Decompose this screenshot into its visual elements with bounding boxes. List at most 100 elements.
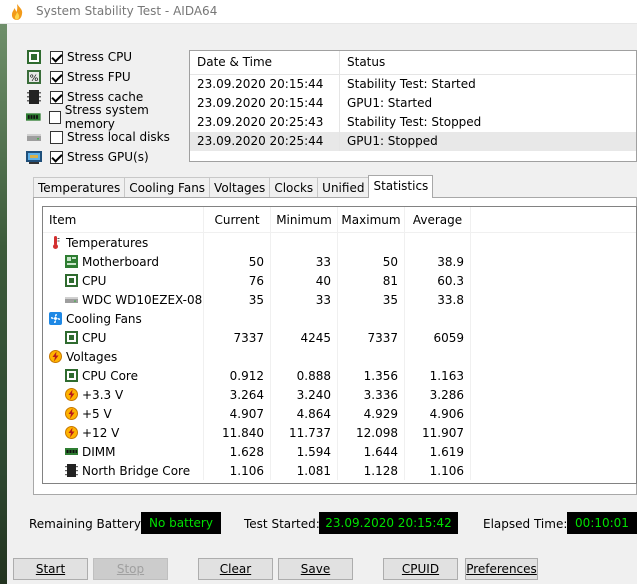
stress-memory-option[interactable]: Stress system memory [26, 103, 191, 131]
statistics-table[interactable]: Item Current Minimum Maximum Average Tem… [42, 206, 637, 484]
average-value: 3.286 [405, 385, 471, 404]
minimum-value: 40 [271, 271, 338, 290]
table-row-hdd-temp[interactable]: WDC WD10EZEX-08... 35 33 35 33.8 [43, 290, 636, 309]
window-title: System Stability Test - AIDA64 [36, 4, 218, 18]
stop-button-label: Stop [116, 562, 145, 576]
stress-gpu-option[interactable]: Stress GPU(s) [26, 147, 191, 167]
log-time: 23.09.2020 20:15:44 [190, 75, 340, 94]
test-started-label: Test Started: [244, 517, 320, 531]
stress-cpu-checkbox[interactable] [50, 50, 63, 64]
group-cell: Cooling Fans [43, 309, 204, 328]
save-button[interactable]: Save [278, 558, 353, 580]
average-value: 33.8 [405, 290, 471, 309]
stress-disks-checkbox[interactable] [50, 130, 63, 144]
tab-unified[interactable]: Unified [317, 177, 370, 198]
item-label: North Bridge Core [82, 463, 191, 478]
empty-cell [405, 347, 471, 366]
stress-fpu-option[interactable]: % Stress FPU [26, 67, 191, 87]
column-header-date-time[interactable]: Date & Time [190, 51, 340, 74]
average-value: 4.906 [405, 404, 471, 423]
thermometer-icon [53, 236, 60, 249]
stress-cpu-option[interactable]: Stress CPU [26, 47, 191, 67]
table-row-cpu-core-voltage[interactable]: CPU Core 0.912 0.888 1.356 1.163 [43, 366, 636, 385]
preferences-button-label: Preferences [466, 562, 537, 576]
table-row-north-bridge-voltage[interactable]: North Bridge Core 1.106 1.081 1.128 1.10… [43, 461, 636, 480]
column-header-current[interactable]: Current [204, 207, 271, 232]
event-log-header: Date & Time Status [190, 51, 636, 75]
item-label: +3.3 V [82, 387, 124, 402]
log-status: GPU1: Started [347, 96, 433, 110]
tab-voltages[interactable]: Voltages [209, 177, 271, 198]
stop-button[interactable]: Stop [93, 558, 168, 580]
average-value: 6059 [405, 328, 471, 347]
event-log[interactable]: Date & Time Status 23.09.2020 20:15:44 S… [189, 50, 637, 162]
maximum-value: 4.929 [338, 404, 405, 423]
table-row-12v-voltage[interactable]: +12 V 11.840 11.737 12.098 11.907 [43, 423, 636, 442]
current-value: 50 [204, 252, 271, 271]
save-button-label: Save [300, 562, 331, 576]
table-row-dimm-voltage[interactable]: DIMM 1.628 1.594 1.644 1.619 [43, 442, 636, 461]
stress-gpu-checkbox[interactable] [50, 150, 63, 164]
table-row-cpu-temp[interactable]: CPU 76 40 81 60.3 [43, 271, 636, 290]
minimum-value: 11.737 [271, 423, 338, 442]
start-button-label: Start [35, 562, 66, 576]
column-header-status[interactable]: Status [340, 51, 625, 74]
log-row[interactable]: 23.09.2020 20:15:44 GPU1: Started [190, 94, 636, 113]
tab-temperatures[interactable]: Temperatures [33, 177, 126, 198]
group-cell: Temperatures [43, 233, 204, 252]
table-row-motherboard-temp[interactable]: Motherboard 50 33 50 38.9 [43, 252, 636, 271]
group-row-cooling-fans[interactable]: Cooling Fans [43, 309, 636, 328]
aida64-flame-icon [11, 4, 23, 20]
maximum-value: 35 [338, 290, 405, 309]
fan-icon [49, 312, 62, 325]
clear-button[interactable]: Clear [198, 558, 273, 580]
maximum-value: 1.356 [338, 366, 405, 385]
maximum-value: 7337 [338, 328, 405, 347]
group-row-temperatures[interactable]: Temperatures [43, 233, 636, 252]
item-label: +12 V [82, 425, 120, 440]
table-row-3v3-voltage[interactable]: +3.3 V 3.264 3.240 3.336 3.286 [43, 385, 636, 404]
column-header-maximum[interactable]: Maximum [338, 207, 405, 232]
column-header-average[interactable]: Average [405, 207, 471, 232]
item-label: Motherboard [82, 254, 159, 269]
group-row-voltages[interactable]: Voltages [43, 347, 636, 366]
item-cell: DIMM [43, 442, 204, 461]
stress-options: Stress CPU % Stress FPU Stress cache Str… [26, 47, 191, 167]
empty-cell [338, 347, 405, 366]
column-header-minimum[interactable]: Minimum [271, 207, 338, 232]
log-time: 23.09.2020 20:25:43 [190, 113, 340, 132]
stress-cpu-label: Stress CPU [67, 50, 133, 64]
stress-memory-checkbox[interactable] [48, 110, 61, 124]
item-cell: +5 V [43, 404, 204, 423]
voltage-icon [65, 388, 78, 401]
log-status: GPU1: Stopped [347, 134, 438, 148]
tab-cooling-fans[interactable]: Cooling Fans [124, 177, 211, 198]
tab-clocks[interactable]: Clocks [269, 177, 319, 198]
disk-drive-icon [27, 134, 41, 141]
stress-disks-option[interactable]: Stress local disks [26, 127, 191, 147]
log-status: Stability Test: Stopped [347, 115, 482, 129]
log-row-selected[interactable]: 23.09.2020 20:25:44 GPU1: Stopped [190, 132, 636, 151]
column-header-item[interactable]: Item [43, 207, 204, 232]
stress-gpu-label: Stress GPU(s) [67, 150, 149, 164]
table-row-cpu-fan[interactable]: CPU 7337 4245 7337 6059 [43, 328, 636, 347]
item-label: WDC WD10EZEX-08... [82, 292, 204, 307]
preferences-button[interactable]: Preferences [465, 558, 538, 580]
log-row[interactable]: 23.09.2020 20:15:44 Stability Test: Star… [190, 75, 636, 94]
table-row-5v-voltage[interactable]: +5 V 4.907 4.864 4.929 4.906 [43, 404, 636, 423]
empty-cell [405, 233, 471, 252]
stress-fpu-checkbox[interactable] [50, 70, 63, 84]
cpuid-button[interactable]: CPUID [383, 558, 458, 580]
current-value: 7337 [204, 328, 271, 347]
item-cell: CPU Core [43, 366, 204, 385]
tab-strip: Temperatures Cooling Fans Voltages Clock… [33, 175, 434, 198]
memory-module-icon [26, 113, 41, 121]
title-bar[interactable]: System Stability Test - AIDA64 [0, 0, 637, 24]
elapsed-time-value: 00:10:01 [567, 512, 637, 534]
tab-statistics[interactable]: Statistics [368, 175, 434, 198]
stress-cache-checkbox[interactable] [50, 90, 63, 104]
minimum-value: 4245 [271, 328, 338, 347]
log-row[interactable]: 23.09.2020 20:25:43 Stability Test: Stop… [190, 113, 636, 132]
item-label: CPU [82, 330, 107, 345]
start-button[interactable]: Start [13, 558, 88, 580]
